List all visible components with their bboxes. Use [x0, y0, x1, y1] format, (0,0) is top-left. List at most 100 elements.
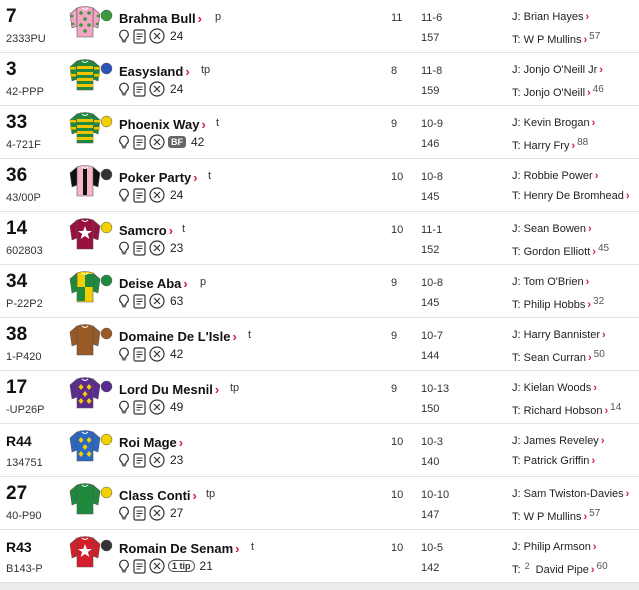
- trainer-link[interactable]: T: Jonjo O'Neill › 46: [512, 84, 604, 99]
- lightbulb-icon[interactable]: [118, 188, 130, 203]
- horse-name[interactable]: Romain De Senam: [119, 541, 233, 556]
- jockey-name[interactable]: J: Kevin Brogan: [512, 117, 590, 129]
- trainer-link[interactable]: T: Patrick Griffin ›: [512, 455, 595, 467]
- jockey-name[interactable]: J: Brian Hayes: [512, 11, 584, 23]
- runner-row[interactable]: R43 B143-P Romain De Senam › t 1 tip 21 10…: [0, 530, 639, 583]
- horse-name-link[interactable]: Roi Mage ›: [119, 435, 183, 450]
- non-runner-icon[interactable]: [149, 187, 165, 203]
- runner-row[interactable]: 3 42-PPP Easysland › tp 24 8 11-8 159 J: …: [0, 53, 639, 106]
- runner-row[interactable]: 33 4-721F Phoenix Way › t BF 42 9 10-9 146…: [0, 106, 639, 159]
- lightbulb-icon[interactable]: [118, 559, 130, 574]
- horse-name-link[interactable]: Poker Party ›: [119, 170, 198, 185]
- jockey-name[interactable]: J: Tom O'Brien: [512, 276, 584, 288]
- horse-name[interactable]: Class Conti: [119, 488, 191, 503]
- horse-name-link[interactable]: Phoenix Way ›: [119, 117, 206, 132]
- trainer-link[interactable]: T: Gordon Elliott › 45: [512, 243, 609, 258]
- non-runner-icon[interactable]: [149, 134, 165, 150]
- jockey-name[interactable]: J: Robbie Power: [512, 170, 593, 182]
- jockey-name[interactable]: J: Kielan Woods: [512, 382, 591, 394]
- non-runner-icon[interactable]: [149, 505, 165, 521]
- horse-name[interactable]: Roi Mage: [119, 435, 177, 450]
- runner-row[interactable]: 7 2333PU Brahma Bull › p 24 11 11-6 157 J…: [0, 0, 639, 53]
- non-runner-icon[interactable]: [149, 558, 165, 574]
- form-document-icon[interactable]: [133, 346, 146, 362]
- horse-name[interactable]: Deise Aba: [119, 276, 181, 291]
- form-document-icon[interactable]: [133, 558, 146, 574]
- trainer-link[interactable]: T: W P Mullins › 57: [512, 508, 600, 523]
- jockey-link[interactable]: J: Robbie Power ›: [512, 170, 598, 182]
- horse-name-link[interactable]: Deise Aba ›: [119, 276, 188, 291]
- non-runner-icon[interactable]: [149, 28, 165, 44]
- form-document-icon[interactable]: [133, 452, 146, 468]
- form-document-icon[interactable]: [133, 81, 146, 97]
- non-runner-icon[interactable]: [149, 293, 165, 309]
- jockey-name[interactable]: J: Jonjo O'Neill Jr: [512, 64, 597, 76]
- horse-name-link[interactable]: Brahma Bull ›: [119, 11, 202, 26]
- trainer-link[interactable]: T: Harry Fry › 88: [512, 137, 588, 152]
- horse-name-link[interactable]: Class Conti ›: [119, 488, 197, 503]
- jockey-name[interactable]: J: Sean Bowen: [512, 223, 586, 235]
- horse-name[interactable]: Domaine De L'Isle: [119, 329, 230, 344]
- jockey-name[interactable]: J: Sam Twiston-Davies: [512, 488, 624, 500]
- horse-name[interactable]: Easysland: [119, 64, 183, 79]
- horse-name[interactable]: Lord Du Mesnil: [119, 382, 213, 397]
- horse-name-link[interactable]: Romain De Senam ›: [119, 541, 240, 556]
- jockey-link[interactable]: J: Brian Hayes ›: [512, 11, 589, 23]
- form-document-icon[interactable]: [133, 505, 146, 521]
- lightbulb-icon[interactable]: [118, 82, 130, 97]
- horse-name[interactable]: Poker Party: [119, 170, 191, 185]
- trainer-link[interactable]: T: Philip Hobbs › 32: [512, 296, 604, 311]
- runner-row[interactable]: 36 43/00P Poker Party › t 24 10 10-8 145 …: [0, 159, 639, 212]
- form-document-icon[interactable]: [133, 240, 146, 256]
- tips-badge[interactable]: 1 tip: [168, 560, 195, 572]
- runner-row[interactable]: 17 -UP26P Lord Du Mesnil › tp 49 9 10-13 …: [0, 371, 639, 424]
- jockey-name[interactable]: J: Philip Armson: [512, 541, 591, 553]
- non-runner-icon[interactable]: [149, 452, 165, 468]
- lightbulb-icon[interactable]: [118, 294, 130, 309]
- jockey-link[interactable]: J: Kevin Brogan ›: [512, 117, 595, 129]
- horse-name[interactable]: Phoenix Way: [119, 117, 199, 132]
- horse-name[interactable]: Brahma Bull: [119, 11, 196, 26]
- non-runner-icon[interactable]: [149, 346, 165, 362]
- jockey-link[interactable]: J: Philip Armson ›: [512, 541, 597, 553]
- horse-name[interactable]: Samcro: [119, 223, 167, 238]
- jockey-link[interactable]: J: Sean Bowen ›: [512, 223, 592, 235]
- trainer-link[interactable]: T: Sean Curran › 50: [512, 349, 605, 364]
- trainer-link[interactable]: T: W P Mullins › 57: [512, 31, 600, 46]
- non-runner-icon[interactable]: [149, 399, 165, 415]
- form-document-icon[interactable]: [133, 293, 146, 309]
- runner-row[interactable]: R44 134751 Roi Mage › 23 10 10-3 140 J: J…: [0, 424, 639, 477]
- jockey-name[interactable]: J: James Reveley: [512, 435, 599, 447]
- form-document-icon[interactable]: [133, 187, 146, 203]
- lightbulb-icon[interactable]: [118, 506, 130, 521]
- runner-row[interactable]: 34 P-22P2 Deise Aba › p 63 9 10-8 145 J: …: [0, 265, 639, 318]
- jockey-link[interactable]: J: Tom O'Brien ›: [512, 276, 589, 288]
- jockey-link[interactable]: J: Sam Twiston-Davies ›: [512, 488, 629, 500]
- horse-name-link[interactable]: Samcro ›: [119, 223, 173, 238]
- lightbulb-icon[interactable]: [118, 29, 130, 44]
- form-document-icon[interactable]: [133, 134, 146, 150]
- form-document-icon[interactable]: [133, 399, 146, 415]
- runner-row[interactable]: 38 1-P420 Domaine De L'Isle › t 42 9 10-7…: [0, 318, 639, 371]
- lightbulb-icon[interactable]: [118, 453, 130, 468]
- horse-name-link[interactable]: Lord Du Mesnil ›: [119, 382, 219, 397]
- runner-row[interactable]: 14 602803 Samcro › t 23 10 11-1 152 J: Se…: [0, 212, 639, 265]
- lightbulb-icon[interactable]: [118, 347, 130, 362]
- lightbulb-icon[interactable]: [118, 400, 130, 415]
- jockey-name[interactable]: J: Harry Bannister: [512, 329, 600, 341]
- jockey-link[interactable]: J: Jonjo O'Neill Jr ›: [512, 64, 603, 76]
- horse-name-link[interactable]: Easysland ›: [119, 64, 190, 79]
- jockey-link[interactable]: J: Harry Bannister ›: [512, 329, 606, 341]
- lightbulb-icon[interactable]: [118, 241, 130, 256]
- form-document-icon[interactable]: [133, 28, 146, 44]
- jockey-link[interactable]: J: James Reveley ›: [512, 435, 604, 447]
- horse-name-link[interactable]: Domaine De L'Isle ›: [119, 329, 237, 344]
- runner-row[interactable]: 27 40-P90 Class Conti › tp 27 10 10-10 14…: [0, 477, 639, 530]
- lightbulb-icon[interactable]: [118, 135, 130, 150]
- trainer-link[interactable]: T: Richard Hobson › 14: [512, 402, 621, 417]
- trainer-link[interactable]: T: Henry De Bromhead ›: [512, 190, 630, 202]
- non-runner-icon[interactable]: [149, 81, 165, 97]
- non-runner-icon[interactable]: [149, 240, 165, 256]
- trainer-link[interactable]: T: 2 David Pipe › 60: [512, 561, 608, 576]
- jockey-link[interactable]: J: Kielan Woods ›: [512, 382, 597, 394]
